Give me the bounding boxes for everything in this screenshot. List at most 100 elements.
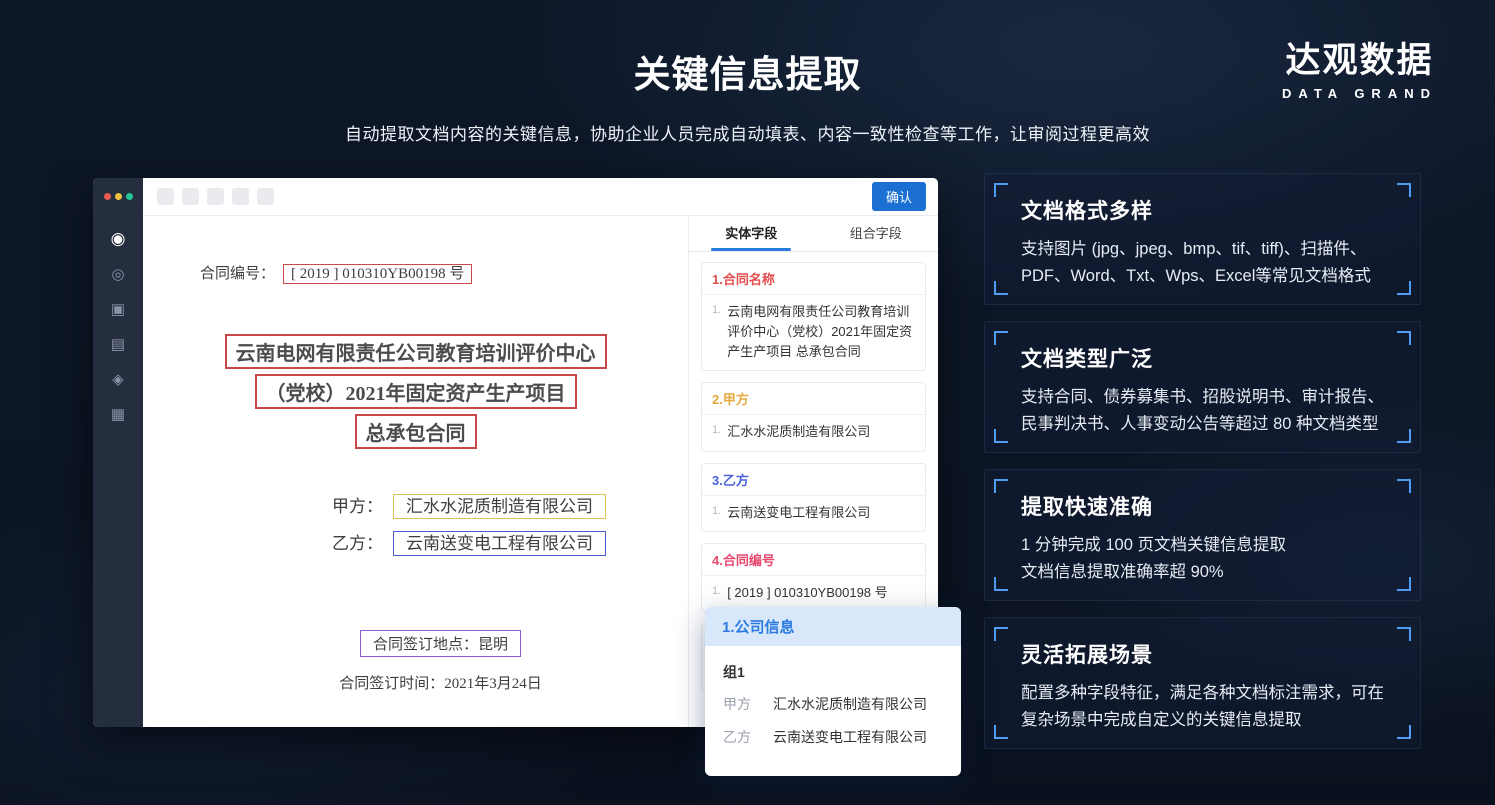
gear-icon[interactable]: ◎	[111, 267, 124, 282]
page-header: 关键信息提取 自动提取文档内容的关键信息，协助企业人员完成自动填表、内容一致性检…	[0, 44, 1495, 145]
feature-title: 文档格式多样	[1021, 195, 1384, 225]
feature-card-doc-types: 文档类型广泛 支持合同、债券募集书、招股说明书、审计报告、 民事判决书、人事变动…	[984, 321, 1421, 453]
corner-bracket-icon	[994, 577, 1008, 591]
feature-desc-line: 文档信息提取准确率超 90%	[1021, 559, 1384, 586]
corner-bracket-icon	[994, 183, 1008, 197]
document-page: 合同编号： [ 2019 ] 010310YB00198 号 云南电网有限责任公司…	[143, 216, 688, 727]
sign-time-line: 合同签订时间：2021年3月24日	[168, 672, 688, 693]
field-value-text: 云南电网有限责任公司教育培训评价中心（党校）2021年固定资产生产项目 总承包合…	[727, 302, 915, 362]
feature-desc-line: PDF、Word、Txt、Wps、Excel等常见文档格式	[1021, 263, 1384, 290]
popup-row-party-a: 甲方 汇水水泥质制造有限公司	[723, 694, 943, 714]
field-value[interactable]: 1. 汇水水泥质制造有限公司	[702, 415, 925, 450]
field-value[interactable]: 1. 云南送变电工程有限公司	[702, 496, 925, 531]
brand-logo: 达观数据 DATA GRAND	[1282, 32, 1437, 101]
confirm-button[interactable]: 确认	[872, 182, 926, 211]
contract-no-label: 合同编号：	[200, 266, 275, 282]
corner-bracket-icon	[994, 281, 1008, 295]
popup-row-value: 云南送变电工程有限公司	[773, 727, 927, 747]
contract-title-line-1[interactable]: 云南电网有限责任公司教育培训评价中心	[225, 334, 607, 369]
tab-entity-fields[interactable]: 实体字段	[689, 216, 814, 251]
field-value[interactable]: 1. 云南电网有限责任公司教育培训评价中心（党校）2021年固定资产生产项目 总…	[702, 295, 925, 370]
corner-bracket-icon	[1397, 429, 1411, 443]
field-card-contract-no: 4.合同编号 1. [ 2019 ] 010310YB00198 号	[701, 543, 926, 612]
window-controls	[93, 178, 143, 200]
field-label: 4.合同编号	[702, 544, 925, 576]
sign-place-line: 合同签订地点：昆明	[168, 630, 688, 657]
field-value-index: 1.	[712, 422, 721, 442]
feature-card-list: 文档格式多样 支持图片 (jpg、jpeg、bmp、tif、tiff)、扫描件、…	[984, 173, 1421, 765]
feature-desc-line: 配置多种字段特征，满足各种文档标注需求，可在	[1021, 680, 1384, 707]
field-value-index: 1.	[712, 302, 721, 362]
sidebar-icon-list: ◉ ◎ ▣ ▤ ◈ ▦	[93, 230, 143, 422]
sign-place-highlight[interactable]: 合同签订地点：昆明	[360, 630, 521, 657]
logo-text-cn: 达观数据	[1282, 32, 1437, 83]
feature-desc-line: 1 分钟完成 100 页文档关键信息提取	[1021, 532, 1384, 559]
corner-bracket-icon	[1397, 577, 1411, 591]
popup-body: 组1 甲方 汇水水泥质制造有限公司 乙方 云南送变电工程有限公司	[705, 646, 961, 776]
corner-bracket-icon	[1397, 331, 1411, 345]
feature-desc-line: 支持合同、债券募集书、招股说明书、审计报告、	[1021, 384, 1384, 411]
toolbar-icon	[232, 188, 249, 205]
popup-title[interactable]: 1.公司信息	[705, 607, 961, 646]
page: 关键信息提取 自动提取文档内容的关键信息，协助企业人员完成自动填表、内容一致性检…	[0, 0, 1495, 805]
corner-bracket-icon	[1397, 183, 1411, 197]
feature-card-formats: 文档格式多样 支持图片 (jpg、jpeg、bmp、tif、tiff)、扫描件、…	[984, 173, 1421, 305]
contract-title-line-2[interactable]: （党校）2021年固定资产生产项目	[255, 374, 577, 409]
panel-tabs: 实体字段 组合字段	[689, 216, 938, 252]
corner-bracket-icon	[1397, 627, 1411, 641]
field-label: 1.合同名称	[702, 263, 925, 295]
app-sidebar: ◉ ◎ ▣ ▤ ◈ ▦	[93, 178, 143, 727]
feature-desc-line: 民事判决书、人事变动公告等超过 80 种文档类型	[1021, 411, 1384, 438]
shield-icon[interactable]: ◈	[112, 372, 124, 387]
layout-icon[interactable]: ▤	[111, 337, 125, 352]
field-value-text: [ 2019 ] 010310YB00198 号	[727, 583, 887, 603]
tab-combined-fields[interactable]: 组合字段	[814, 216, 939, 251]
toolbar-placeholder-icons	[157, 188, 274, 205]
toolbar-icon	[157, 188, 174, 205]
contract-no-highlight[interactable]: [ 2019 ] 010310YB00198 号	[283, 264, 472, 284]
company-info-popup: 1.公司信息 组1 甲方 汇水水泥质制造有限公司 乙方 云南送变电工程有限公司	[705, 607, 961, 776]
party-b-highlight[interactable]: 云南送变电工程有限公司	[393, 531, 606, 556]
page-title: 关键信息提取	[0, 44, 1495, 98]
feature-title: 灵活拓展场景	[1021, 639, 1384, 669]
popup-row-party-b: 乙方 云南送变电工程有限公司	[723, 727, 943, 747]
field-label: 3.乙方	[702, 464, 925, 496]
zoom-button[interactable]	[126, 193, 133, 200]
party-a-label: 甲方：	[332, 497, 383, 516]
extract-icon[interactable]: ◉	[111, 230, 126, 247]
toolbar-icon	[182, 188, 199, 205]
toolbar-icon	[207, 188, 224, 205]
party-a-highlight[interactable]: 汇水水泥质制造有限公司	[393, 494, 606, 519]
page-subtitle: 自动提取文档内容的关键信息，协助企业人员完成自动填表、内容一致性检查等工作，让审…	[0, 120, 1495, 145]
corner-bracket-icon	[994, 725, 1008, 739]
corner-bracket-icon	[994, 627, 1008, 641]
party-b-label: 乙方：	[332, 534, 383, 553]
corner-bracket-icon	[994, 479, 1008, 493]
field-card-contract-name: 1.合同名称 1. 云南电网有限责任公司教育培训评价中心（党校）2021年固定资…	[701, 262, 926, 371]
field-label: 2.甲方	[702, 383, 925, 415]
app-toolbar: 确认	[143, 178, 938, 216]
popup-group-label: 组1	[723, 662, 943, 682]
corner-bracket-icon	[1397, 479, 1411, 493]
image-icon[interactable]: ▦	[111, 407, 125, 422]
toolbar-icon	[257, 188, 274, 205]
popup-row-label: 甲方	[723, 694, 753, 714]
field-value-text: 汇水水泥质制造有限公司	[727, 422, 870, 442]
corner-bracket-icon	[994, 429, 1008, 443]
contract-title-line-3[interactable]: 总承包合同	[355, 414, 477, 449]
field-value-index: 1.	[712, 503, 721, 523]
contract-no-line: 合同编号： [ 2019 ] 010310YB00198 号	[200, 262, 472, 283]
close-button[interactable]	[104, 193, 111, 200]
field-card-party-a: 2.甲方 1. 汇水水泥质制造有限公司	[701, 382, 926, 451]
feature-title: 提取快速准确	[1021, 491, 1384, 521]
feature-desc-line: 支持图片 (jpg、jpeg、bmp、tif、tiff)、扫描件、	[1021, 236, 1384, 263]
party-a-line: 甲方： 汇水水泥质制造有限公司	[332, 492, 606, 517]
feature-title: 文档类型广泛	[1021, 343, 1384, 373]
popup-row-label: 乙方	[723, 727, 753, 747]
field-value[interactable]: 1. [ 2019 ] 010310YB00198 号	[702, 576, 925, 611]
corner-bracket-icon	[1397, 281, 1411, 295]
corner-bracket-icon	[994, 331, 1008, 345]
minimize-button[interactable]	[115, 193, 122, 200]
field-value-text: 云南送变电工程有限公司	[727, 503, 870, 523]
camera-icon[interactable]: ▣	[111, 302, 125, 317]
